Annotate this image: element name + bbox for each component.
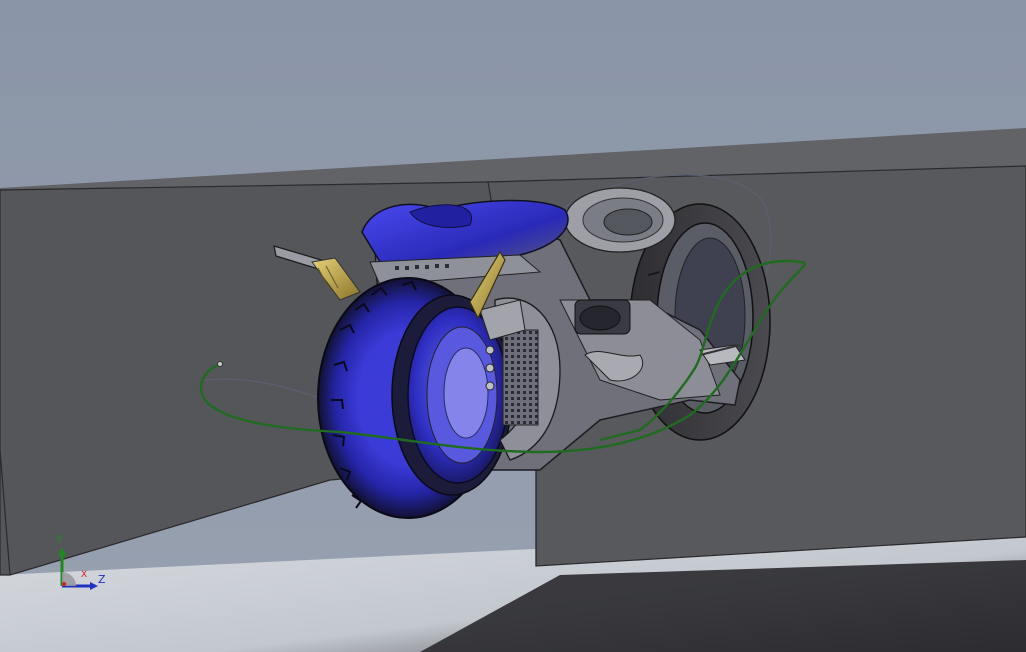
graphics-viewport[interactable]: Y X Z [0, 0, 1026, 652]
triad-x-label: X [81, 570, 88, 580]
triad-z-label: Z [98, 573, 106, 586]
triad-x-dot [62, 582, 66, 586]
curve-endpoint[interactable] [217, 361, 223, 367]
triad-y-label: Y [56, 533, 63, 546]
3d-scene[interactable] [0, 0, 1026, 652]
seat-fairing[interactable] [361, 199, 569, 286]
rear-disk-housing[interactable] [564, 187, 676, 253]
